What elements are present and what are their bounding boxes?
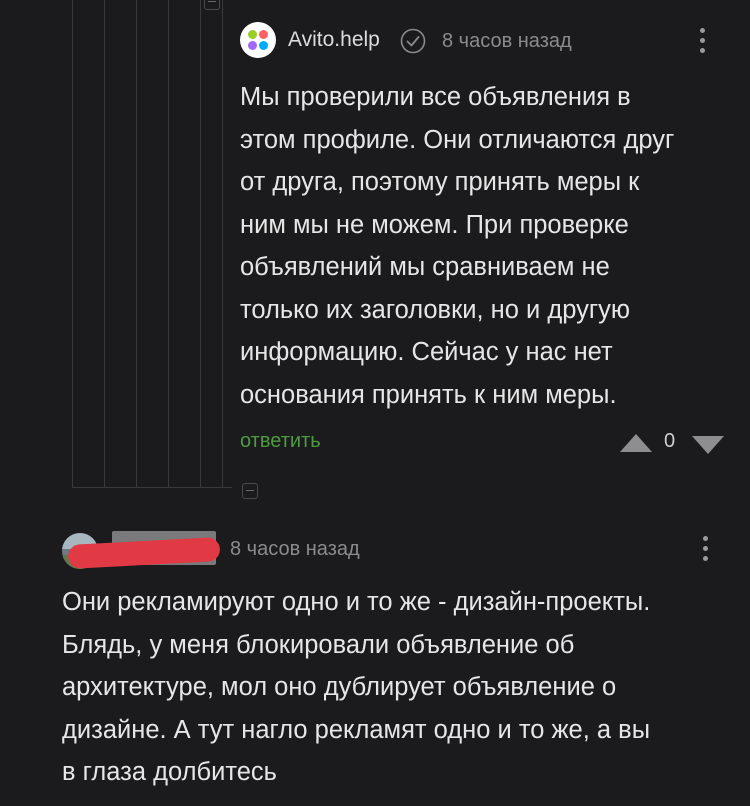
comment-score: 0 (664, 430, 676, 452)
comment-text: Они рекламируют одно и то же - дизайн-пр… (62, 588, 651, 786)
thread-branch (72, 487, 232, 488)
more-vertical-icon[interactable] (700, 534, 710, 564)
avito-logo-icon[interactable] (240, 22, 276, 58)
thread-line (200, 0, 201, 488)
triangle-up-icon[interactable] (620, 434, 652, 452)
check-circle-icon (400, 28, 426, 54)
thread-line (222, 0, 223, 488)
comment-author[interactable]: Avito.help (288, 28, 380, 52)
triangle-down-icon[interactable] (692, 436, 724, 454)
thread-line (72, 0, 73, 488)
more-vertical-icon[interactable] (697, 26, 707, 56)
collapse-thread-button[interactable] (242, 483, 258, 499)
collapse-thread-button[interactable] (204, 0, 220, 10)
thread-line (136, 0, 137, 488)
comment-text: Мы проверили все объявления в этом профи… (240, 83, 675, 409)
thread-line (168, 0, 169, 488)
thread-line (104, 0, 105, 488)
comment-time: 8 часов назад (230, 538, 360, 560)
comment-time: 8 часов назад (442, 30, 572, 52)
reply-button[interactable]: ответить (240, 430, 321, 453)
